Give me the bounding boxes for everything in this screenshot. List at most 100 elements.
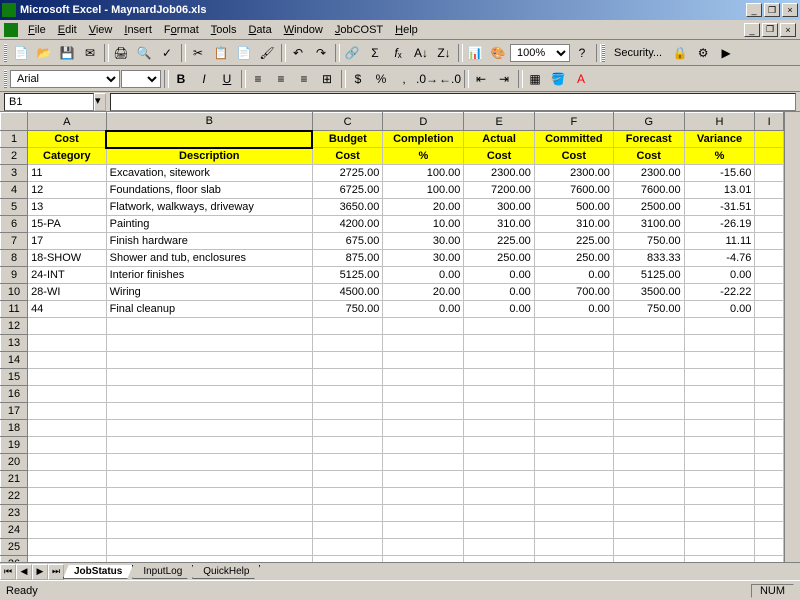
cell[interactable]: [312, 454, 382, 471]
cell[interactable]: Painting: [106, 216, 312, 233]
cell[interactable]: 500.00: [534, 199, 613, 216]
cell[interactable]: [613, 335, 684, 352]
hyperlink-button[interactable]: 🔗: [341, 42, 363, 64]
toolbar-handle[interactable]: [4, 44, 7, 62]
font-size-combo[interactable]: [121, 70, 161, 88]
cell[interactable]: [684, 420, 755, 437]
cell[interactable]: Shower and tub, enclosures: [106, 250, 312, 267]
cell[interactable]: [755, 165, 784, 182]
column-header-B[interactable]: B: [106, 113, 312, 131]
cell[interactable]: [534, 420, 613, 437]
cell[interactable]: [312, 335, 382, 352]
cell[interactable]: [613, 539, 684, 556]
cell[interactable]: Cost: [28, 131, 107, 148]
align-right-button[interactable]: ≡: [293, 68, 315, 90]
cell[interactable]: [28, 386, 107, 403]
cell[interactable]: 0.00: [383, 301, 464, 318]
function-button[interactable]: fₓ: [387, 42, 409, 64]
cell[interactable]: 250.00: [534, 250, 613, 267]
menu-jobcost[interactable]: JobCOST: [329, 22, 389, 38]
menu-tools[interactable]: Tools: [205, 22, 243, 38]
toolbar-handle2[interactable]: [602, 44, 605, 62]
row-header[interactable]: 26: [1, 556, 28, 563]
cell[interactable]: [464, 471, 534, 488]
cell[interactable]: [464, 488, 534, 505]
print-button[interactable]: 🖨: [110, 42, 132, 64]
cell[interactable]: [464, 369, 534, 386]
column-header-H[interactable]: H: [684, 113, 755, 131]
cell[interactable]: [755, 369, 784, 386]
cell[interactable]: [613, 556, 684, 563]
print-preview-button[interactable]: 🔍: [133, 42, 155, 64]
menu-edit[interactable]: Edit: [52, 22, 83, 38]
cell[interactable]: 18-SHOW: [28, 250, 107, 267]
cell[interactable]: Actual: [464, 131, 534, 148]
cell[interactable]: Committed: [534, 131, 613, 148]
cell[interactable]: 700.00: [534, 284, 613, 301]
cell[interactable]: [684, 335, 755, 352]
cell[interactable]: 7600.00: [534, 182, 613, 199]
cell[interactable]: [383, 437, 464, 454]
cell[interactable]: 0.00: [464, 284, 534, 301]
merge-button[interactable]: ⊞: [316, 68, 338, 90]
column-header-F[interactable]: F: [534, 113, 613, 131]
cell[interactable]: 3650.00: [312, 199, 382, 216]
cell[interactable]: [464, 539, 534, 556]
save-button[interactable]: 💾: [56, 42, 78, 64]
cell[interactable]: 310.00: [464, 216, 534, 233]
cell[interactable]: [534, 454, 613, 471]
cell[interactable]: 100.00: [383, 165, 464, 182]
increase-decimal-button[interactable]: .0→: [416, 68, 438, 90]
cell[interactable]: [755, 148, 784, 165]
app-icon[interactable]: [4, 23, 18, 37]
cell[interactable]: [28, 522, 107, 539]
italic-button[interactable]: I: [193, 68, 215, 90]
cell[interactable]: [534, 369, 613, 386]
cell[interactable]: [534, 352, 613, 369]
cell[interactable]: 310.00: [534, 216, 613, 233]
cell[interactable]: [28, 471, 107, 488]
cell[interactable]: [312, 369, 382, 386]
cell[interactable]: Excavation, sitework: [106, 165, 312, 182]
cell[interactable]: 7200.00: [464, 182, 534, 199]
row-header[interactable]: 22: [1, 488, 28, 505]
sheet-tab-quickhelp[interactable]: QuickHelp: [192, 565, 260, 579]
row-header[interactable]: 5: [1, 199, 28, 216]
cell[interactable]: [684, 352, 755, 369]
cell[interactable]: [383, 318, 464, 335]
cell[interactable]: [613, 369, 684, 386]
cell[interactable]: [755, 301, 784, 318]
cell[interactable]: [613, 471, 684, 488]
sheet-tab-inputlog[interactable]: InputLog: [132, 565, 193, 579]
cell[interactable]: 13.01: [684, 182, 755, 199]
row-header[interactable]: 18: [1, 420, 28, 437]
row-header[interactable]: 11: [1, 301, 28, 318]
cell[interactable]: [755, 250, 784, 267]
font-combo[interactable]: Arial: [10, 70, 120, 88]
format-painter-button[interactable]: 🖌: [256, 42, 278, 64]
cell[interactable]: [28, 539, 107, 556]
cell[interactable]: [106, 352, 312, 369]
cell[interactable]: [755, 233, 784, 250]
cell[interactable]: [464, 522, 534, 539]
comma-button[interactable]: ,: [393, 68, 415, 90]
cell[interactable]: [755, 335, 784, 352]
cell[interactable]: [684, 556, 755, 563]
row-header[interactable]: 6: [1, 216, 28, 233]
copy-button[interactable]: 📋: [210, 42, 232, 64]
cell[interactable]: [106, 369, 312, 386]
cell[interactable]: [106, 318, 312, 335]
cell[interactable]: [383, 556, 464, 563]
cell[interactable]: 7600.00: [613, 182, 684, 199]
select-all-corner[interactable]: [1, 113, 28, 131]
horizontal-scrollbar[interactable]: [264, 564, 800, 580]
cell[interactable]: 0.00: [534, 267, 613, 284]
cell[interactable]: 100.00: [383, 182, 464, 199]
row-header[interactable]: 1: [1, 131, 28, 148]
cell[interactable]: [28, 318, 107, 335]
tab-next-button[interactable]: ▶: [32, 564, 48, 580]
cell[interactable]: 2725.00: [312, 165, 382, 182]
menu-help[interactable]: Help: [389, 22, 424, 38]
cell[interactable]: 225.00: [534, 233, 613, 250]
cell[interactable]: 0.00: [464, 267, 534, 284]
